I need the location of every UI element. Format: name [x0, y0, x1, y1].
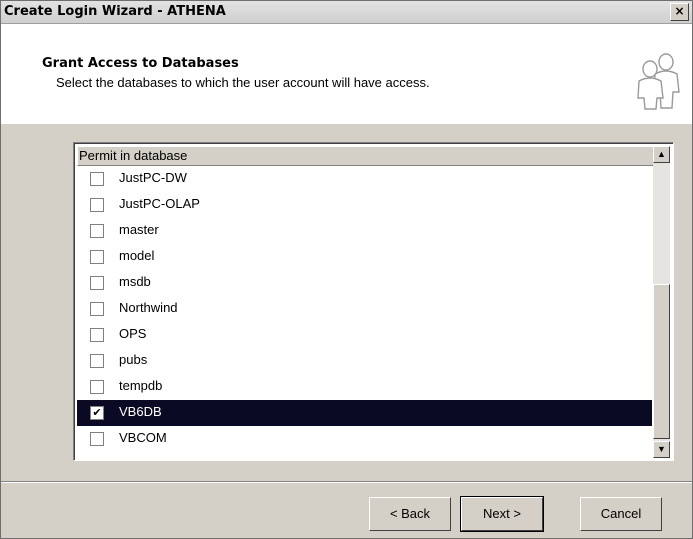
wizard-window: Create Login Wizard - ATHENA × Grant Acc…: [0, 0, 693, 539]
database-list[interactable]: Permit in database JustPC-DW JustPC-OLAP…: [73, 142, 674, 461]
permit-checkbox[interactable]: [90, 354, 104, 368]
database-name: model: [119, 248, 155, 263]
list-item[interactable]: OPS: [77, 322, 652, 348]
database-name: VBCOM: [119, 430, 167, 445]
list-item[interactable]: VBCOM: [77, 426, 652, 452]
database-name: master: [119, 222, 159, 237]
page-subtitle: Select the databases to which the user a…: [56, 75, 430, 90]
database-name: JustPC-DW: [119, 170, 187, 185]
list-item-selected[interactable]: ✔ VB6DB: [77, 400, 652, 426]
vertical-scrollbar[interactable]: ▲ ▼: [653, 146, 670, 458]
permit-checkbox-checked[interactable]: ✔: [90, 406, 104, 420]
scroll-down-button[interactable]: ▼: [653, 441, 670, 458]
list-item[interactable]: JustPC-DW: [77, 166, 652, 192]
button-separator: [1, 481, 692, 483]
list-item[interactable]: JustPC-OLAP: [77, 192, 652, 218]
window-title: Create Login Wizard - ATHENA: [4, 4, 226, 19]
database-name: OPS: [119, 326, 147, 341]
close-button[interactable]: ×: [670, 3, 689, 21]
database-rows: JustPC-DW JustPC-OLAP master model msdb …: [77, 166, 652, 452]
page-title: Grant Access to Databases: [42, 56, 239, 71]
scroll-thumb[interactable]: [653, 284, 670, 439]
database-name: Northwind: [119, 300, 178, 315]
permit-checkbox[interactable]: [90, 432, 104, 446]
list-item[interactable]: master: [77, 218, 652, 244]
list-item[interactable]: model: [77, 244, 652, 270]
wizard-header: Grant Access to Databases Select the dat…: [1, 24, 692, 124]
arrow-up-icon: ▲: [657, 149, 666, 159]
database-name: JustPC-OLAP: [119, 196, 200, 211]
arrow-down-icon: ▼: [657, 444, 666, 454]
scroll-up-button[interactable]: ▲: [653, 146, 670, 163]
back-button[interactable]: < Back: [369, 497, 451, 531]
list-item[interactable]: msdb: [77, 270, 652, 296]
permit-checkbox[interactable]: [90, 302, 104, 316]
database-name: pubs: [119, 352, 148, 367]
permit-checkbox[interactable]: [90, 198, 104, 212]
database-name: VB6DB: [119, 404, 162, 419]
next-button[interactable]: Next >: [460, 496, 544, 532]
title-bar: Create Login Wizard - ATHENA ×: [1, 1, 692, 24]
database-name: msdb: [119, 274, 151, 289]
list-item[interactable]: tempdb: [77, 374, 652, 400]
database-name: tempdb: [119, 378, 163, 393]
column-header-label: Permit in database: [79, 148, 188, 163]
permit-checkbox[interactable]: [90, 250, 104, 264]
permit-checkbox[interactable]: [90, 172, 104, 186]
users-icon: [637, 53, 680, 110]
list-item[interactable]: pubs: [77, 348, 652, 374]
permit-checkbox[interactable]: [90, 380, 104, 394]
column-header-permit[interactable]: Permit in database: [77, 146, 654, 166]
list-item[interactable]: Northwind: [77, 296, 652, 322]
permit-checkbox[interactable]: [90, 276, 104, 290]
permit-checkbox[interactable]: [90, 328, 104, 342]
permit-checkbox[interactable]: [90, 224, 104, 238]
header-separator: [1, 123, 692, 124]
cancel-button[interactable]: Cancel: [580, 497, 662, 531]
